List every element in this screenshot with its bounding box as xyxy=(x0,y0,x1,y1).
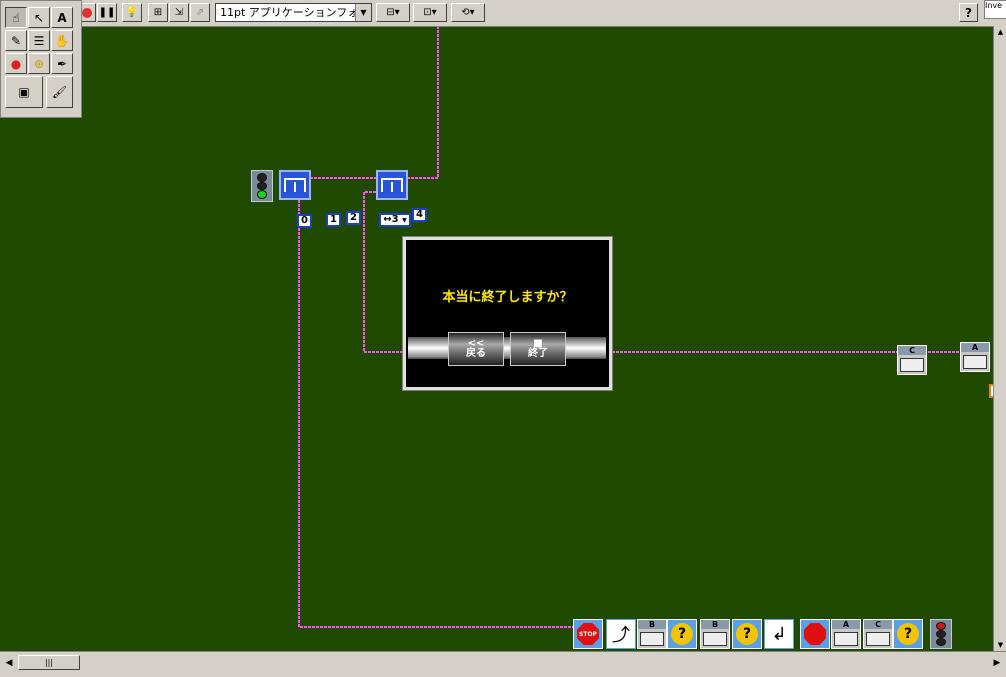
ring-tag[interactable]: 4 xyxy=(412,208,427,222)
probe-icon[interactable]: ⊕ xyxy=(28,53,50,74)
color-picker-icon[interactable]: ✒ xyxy=(51,53,73,74)
stop-icon-1[interactable]: STOP xyxy=(573,619,603,649)
scroll-thumb[interactable]: ||| xyxy=(18,655,80,670)
case-index-2[interactable]: 2 xyxy=(346,211,361,225)
case-index-0[interactable]: 0 xyxy=(297,214,312,228)
reorder-icon[interactable]: ⟲▾ xyxy=(451,3,485,22)
traffic-light-icon[interactable] xyxy=(251,170,273,202)
subvi-c-right[interactable]: C xyxy=(897,345,927,375)
case-index-1[interactable]: 1 xyxy=(326,213,341,227)
ring-value: ↔3 xyxy=(383,214,399,225)
subvi-a-right[interactable]: A xyxy=(960,342,990,372)
stop-icon-2[interactable] xyxy=(800,619,830,649)
pause-icon[interactable]: ❚❚ xyxy=(97,3,117,22)
question-icon-1[interactable]: ? xyxy=(667,619,697,649)
dialog-message: 本当に終了しますか？ xyxy=(442,290,573,305)
horizontal-scrollbar[interactable]: ◀ ||| ▶ xyxy=(0,651,1006,677)
shortcut-menu-icon[interactable]: ☰ xyxy=(28,30,50,51)
tools-palette: ☝ ↖ A ✎ ☰ ✋ ● ⊕ ✒ ▣ 🖌 xyxy=(0,0,82,118)
return-arrow-icon[interactable]: ↲ xyxy=(764,619,794,649)
step-over-icon[interactable]: ⇗ xyxy=(190,3,210,22)
wiring-tool-icon[interactable]: ✎ xyxy=(5,30,27,51)
scroll-hand-icon[interactable]: ✋ xyxy=(51,30,73,51)
chevron-down-icon: ▼ xyxy=(402,217,407,224)
confirm-exit-dialog: 本当に終了しますか？ << 戻る ■ 終了 xyxy=(402,236,613,391)
pipe-decoration xyxy=(408,337,606,359)
traffic-light-icon-2[interactable] xyxy=(930,619,952,649)
scroll-left-icon[interactable]: ◀ xyxy=(2,656,16,670)
chevron-down-icon: ▼ xyxy=(355,4,371,21)
toolbar: ❚❚ 💡 ⊞ ⇲ ⇗ 11pt アプリケーションフォント ▼ ⊟▾ ⊡▾ ⟲▾ … xyxy=(0,0,1006,27)
exit-button[interactable]: ■ 終了 xyxy=(510,332,566,366)
position-arrow-icon[interactable]: ↖ xyxy=(28,7,50,28)
distribute-objects-icon[interactable]: ⊡▾ xyxy=(413,3,447,22)
align-objects-icon[interactable]: ⊟▾ xyxy=(376,3,410,22)
highlight-bulb-icon[interactable]: 💡 xyxy=(122,3,142,22)
paintbrush-icon[interactable]: 🖌 xyxy=(46,76,73,108)
color-fill-icon[interactable]: ▣ xyxy=(5,76,43,108)
exit-button-label: 終了 xyxy=(528,348,548,359)
font-select-value: 11pt アプリケーションフォント xyxy=(220,6,372,19)
back-button-label: 戻る xyxy=(466,348,486,359)
case-structure-node-1[interactable] xyxy=(279,170,311,200)
text-tool-icon[interactable]: A xyxy=(51,7,73,28)
subvi-b-2[interactable]: B xyxy=(700,619,730,649)
retain-wire-icon[interactable]: ⊞ xyxy=(148,3,168,22)
operate-hand-icon[interactable]: ☝ xyxy=(5,7,27,28)
back-button[interactable]: << 戻る xyxy=(448,332,504,366)
scroll-down-icon[interactable]: ▼ xyxy=(995,639,1006,651)
share-icon[interactable]: ⤴ xyxy=(606,619,636,649)
breakpoint-icon[interactable]: ● xyxy=(5,53,27,74)
context-help-field[interactable]: Inve xyxy=(984,0,1006,19)
question-icon-3[interactable]: ? xyxy=(893,619,923,649)
font-select[interactable]: 11pt アプリケーションフォント ▼ xyxy=(215,3,372,22)
subvi-c-bottom[interactable]: C xyxy=(863,619,893,649)
ring-constant[interactable]: ↔3 ▼ xyxy=(379,213,411,227)
wire-top xyxy=(407,26,439,179)
question-icon-2[interactable]: ? xyxy=(732,619,762,649)
vertical-scrollbar[interactable]: ▲ ▼ xyxy=(993,26,1006,651)
subvi-b-1[interactable]: B xyxy=(637,619,667,649)
case-structure-node-2[interactable] xyxy=(376,170,408,200)
help-button[interactable]: ? xyxy=(959,3,978,22)
subvi-a-bottom[interactable]: A xyxy=(831,619,861,649)
scroll-right-icon[interactable]: ▶ xyxy=(990,656,1004,670)
scroll-up-icon[interactable]: ▲ xyxy=(995,26,1006,38)
step-into-icon[interactable]: ⇲ xyxy=(169,3,189,22)
